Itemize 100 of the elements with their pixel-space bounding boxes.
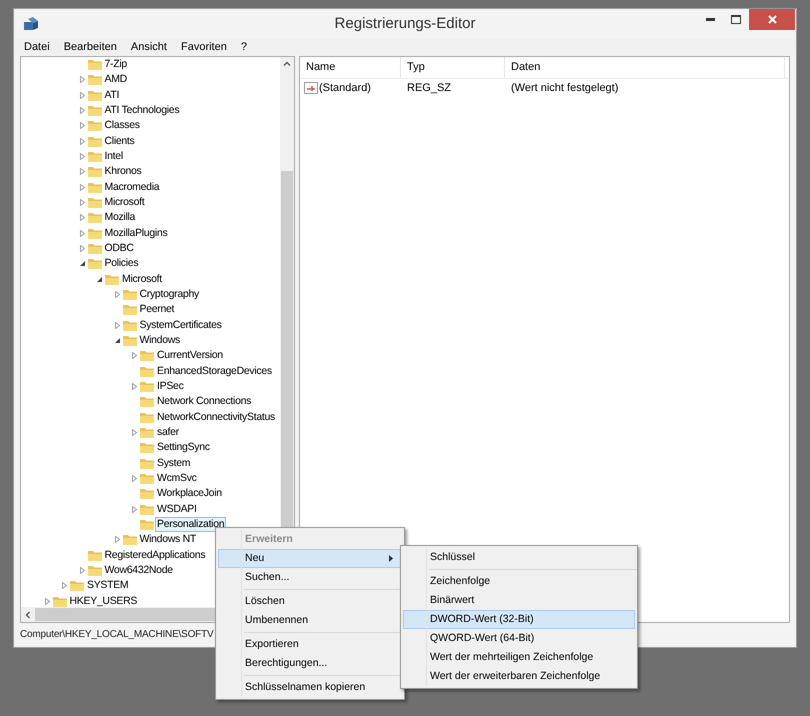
collapsed-triangle-icon[interactable] xyxy=(78,566,86,574)
collapsed-triangle-icon[interactable] xyxy=(114,322,120,329)
collapsed-triangle-icon[interactable] xyxy=(78,138,86,145)
tree-item[interactable]: HKEY_USERS xyxy=(68,594,140,609)
menu-item[interactable]: Suchen... xyxy=(218,568,402,587)
collapsed-triangle-icon[interactable] xyxy=(78,107,86,114)
folder-icon xyxy=(86,73,102,86)
folder-icon xyxy=(86,104,102,118)
tree-item[interactable]: Policies xyxy=(102,256,140,272)
menu-item[interactable]: Wert der erweiterbaren Zeichenfolge xyxy=(403,667,635,686)
tree-item[interactable]: SettingSync xyxy=(155,440,212,456)
folder-icon xyxy=(86,196,102,210)
tree-item[interactable]: MozillaPlugins xyxy=(102,226,170,241)
menu-item[interactable]: Exportieren xyxy=(218,635,402,654)
collapsed-triangle-icon[interactable] xyxy=(78,153,86,160)
folder-icon xyxy=(122,303,138,316)
tree-item[interactable]: Windows xyxy=(138,333,182,348)
tree-item[interactable]: Peernet xyxy=(138,302,176,318)
column-header[interactable]: Daten xyxy=(505,57,785,78)
folder-icon xyxy=(86,134,102,148)
folder-icon xyxy=(139,518,155,531)
tree-item[interactable]: Mozilla xyxy=(102,210,138,226)
tree-item[interactable]: WSDAPI xyxy=(155,502,199,517)
tree-item[interactable]: Microsoft xyxy=(102,195,146,210)
column-header[interactable]: Name xyxy=(300,57,401,78)
menu-bar-item[interactable]: Bearbeiten xyxy=(64,38,117,56)
expanded-triangle-icon[interactable] xyxy=(114,337,120,344)
collapsed-triangle-icon[interactable] xyxy=(131,352,138,360)
menu-item[interactable]: Binärwert xyxy=(403,591,635,610)
collapsed-triangle-icon[interactable] xyxy=(78,168,86,176)
collapsed-triangle-icon[interactable] xyxy=(131,475,138,482)
menu-item[interactable]: QWORD-Wert (64-Bit) xyxy=(403,629,635,648)
folder-icon xyxy=(69,579,85,592)
tree-item[interactable]: WorkplaceJoin xyxy=(155,486,224,502)
tree-item[interactable]: Classes xyxy=(102,118,142,134)
menu-item[interactable]: Schlüsselnamen kopieren xyxy=(218,678,402,697)
tree-item[interactable]: Khronos xyxy=(102,164,144,180)
menu-item[interactable]: Schlüssel xyxy=(403,548,635,567)
tree-item[interactable]: ATI Technologies xyxy=(102,103,182,118)
expanded-triangle-icon[interactable] xyxy=(78,260,86,268)
tree-item[interactable]: CurrentVersion xyxy=(155,348,225,364)
menu-item[interactable]: Zeichenfolge xyxy=(403,572,635,591)
column-header[interactable]: Typ xyxy=(401,57,505,78)
table-cell-text: REG_SZ xyxy=(406,80,452,96)
tree-item[interactable]: Personalization xyxy=(155,517,226,532)
tree-item[interactable]: SYSTEM xyxy=(85,578,130,594)
collapsed-triangle-icon[interactable] xyxy=(114,291,120,298)
tree-item[interactable]: safer xyxy=(155,425,181,440)
tree-item[interactable]: EnhancedStorageDevices xyxy=(155,364,274,379)
folder-icon xyxy=(86,180,102,194)
collapsed-triangle-icon[interactable] xyxy=(131,506,138,513)
folder-icon xyxy=(86,211,102,224)
collapsed-triangle-icon[interactable] xyxy=(78,230,86,237)
expanded-triangle-icon[interactable] xyxy=(96,276,103,283)
menu-item[interactable]: Neu xyxy=(218,549,402,568)
collapsed-triangle-icon[interactable] xyxy=(78,245,86,252)
folder-icon xyxy=(86,242,102,256)
tree-item[interactable]: Wow6432Node xyxy=(102,562,175,578)
menu-bar-item[interactable]: Favoriten xyxy=(180,38,227,56)
tree-item[interactable]: RegisteredApplications xyxy=(102,548,208,563)
menu-item[interactable]: Löschen xyxy=(218,592,402,611)
collapsed-triangle-icon[interactable] xyxy=(114,536,120,544)
folder-icon xyxy=(86,58,102,72)
tree-item[interactable]: Clients xyxy=(102,134,136,149)
tree-item[interactable]: WcmSvc xyxy=(155,471,199,486)
collapsed-triangle-icon[interactable] xyxy=(44,598,50,605)
collapsed-triangle-icon[interactable] xyxy=(78,76,86,84)
folder-icon xyxy=(139,502,155,516)
collapsed-triangle-icon[interactable] xyxy=(61,582,68,590)
tree-item[interactable]: Windows NT xyxy=(138,532,198,548)
tree-item[interactable]: Microsoft xyxy=(120,272,164,287)
folder-icon xyxy=(104,272,120,286)
tree-item[interactable]: ATI xyxy=(102,88,122,103)
menu-item[interactable]: Umbenennen xyxy=(218,611,402,630)
collapsed-triangle-icon[interactable] xyxy=(78,199,86,206)
tree-item[interactable]: Macromedia xyxy=(102,180,162,195)
table-cell-text: (Wert nicht festgelegt) xyxy=(510,80,618,96)
menu-item[interactable]: Wert der mehrteiligen Zeichenfolge xyxy=(403,648,635,667)
close-button[interactable] xyxy=(749,9,795,30)
tree-item[interactable]: Network Connections xyxy=(155,394,254,410)
tree-item[interactable]: System xyxy=(155,456,192,471)
tree-item[interactable]: 7-Zip xyxy=(102,57,129,72)
menu-bar-item[interactable]: Ansicht xyxy=(130,38,167,56)
menu-bar-item[interactable]: ? xyxy=(240,38,247,56)
collapsed-triangle-icon[interactable] xyxy=(131,429,138,436)
menu-bar-item[interactable]: Datei xyxy=(24,38,50,56)
tree-item[interactable]: NetworkConnectivityStatus xyxy=(155,410,277,425)
tree-item[interactable]: ODBC xyxy=(102,241,136,256)
collapsed-triangle-icon[interactable] xyxy=(78,214,86,222)
menu-item[interactable]: Berechtigungen... xyxy=(218,654,402,673)
collapsed-triangle-icon[interactable] xyxy=(78,122,86,130)
collapsed-triangle-icon[interactable] xyxy=(131,383,138,390)
tree-item[interactable]: SystemCertificates xyxy=(138,318,224,333)
collapsed-triangle-icon[interactable] xyxy=(78,92,86,99)
collapsed-triangle-icon[interactable] xyxy=(78,184,86,191)
tree-item[interactable]: AMD xyxy=(102,72,129,88)
menu-item[interactable]: DWORD-Wert (32-Bit) xyxy=(403,610,635,629)
tree-item[interactable]: IPSec xyxy=(155,379,186,394)
tree-item[interactable]: Intel xyxy=(102,149,125,164)
tree-item[interactable]: Cryptography xyxy=(138,287,201,302)
